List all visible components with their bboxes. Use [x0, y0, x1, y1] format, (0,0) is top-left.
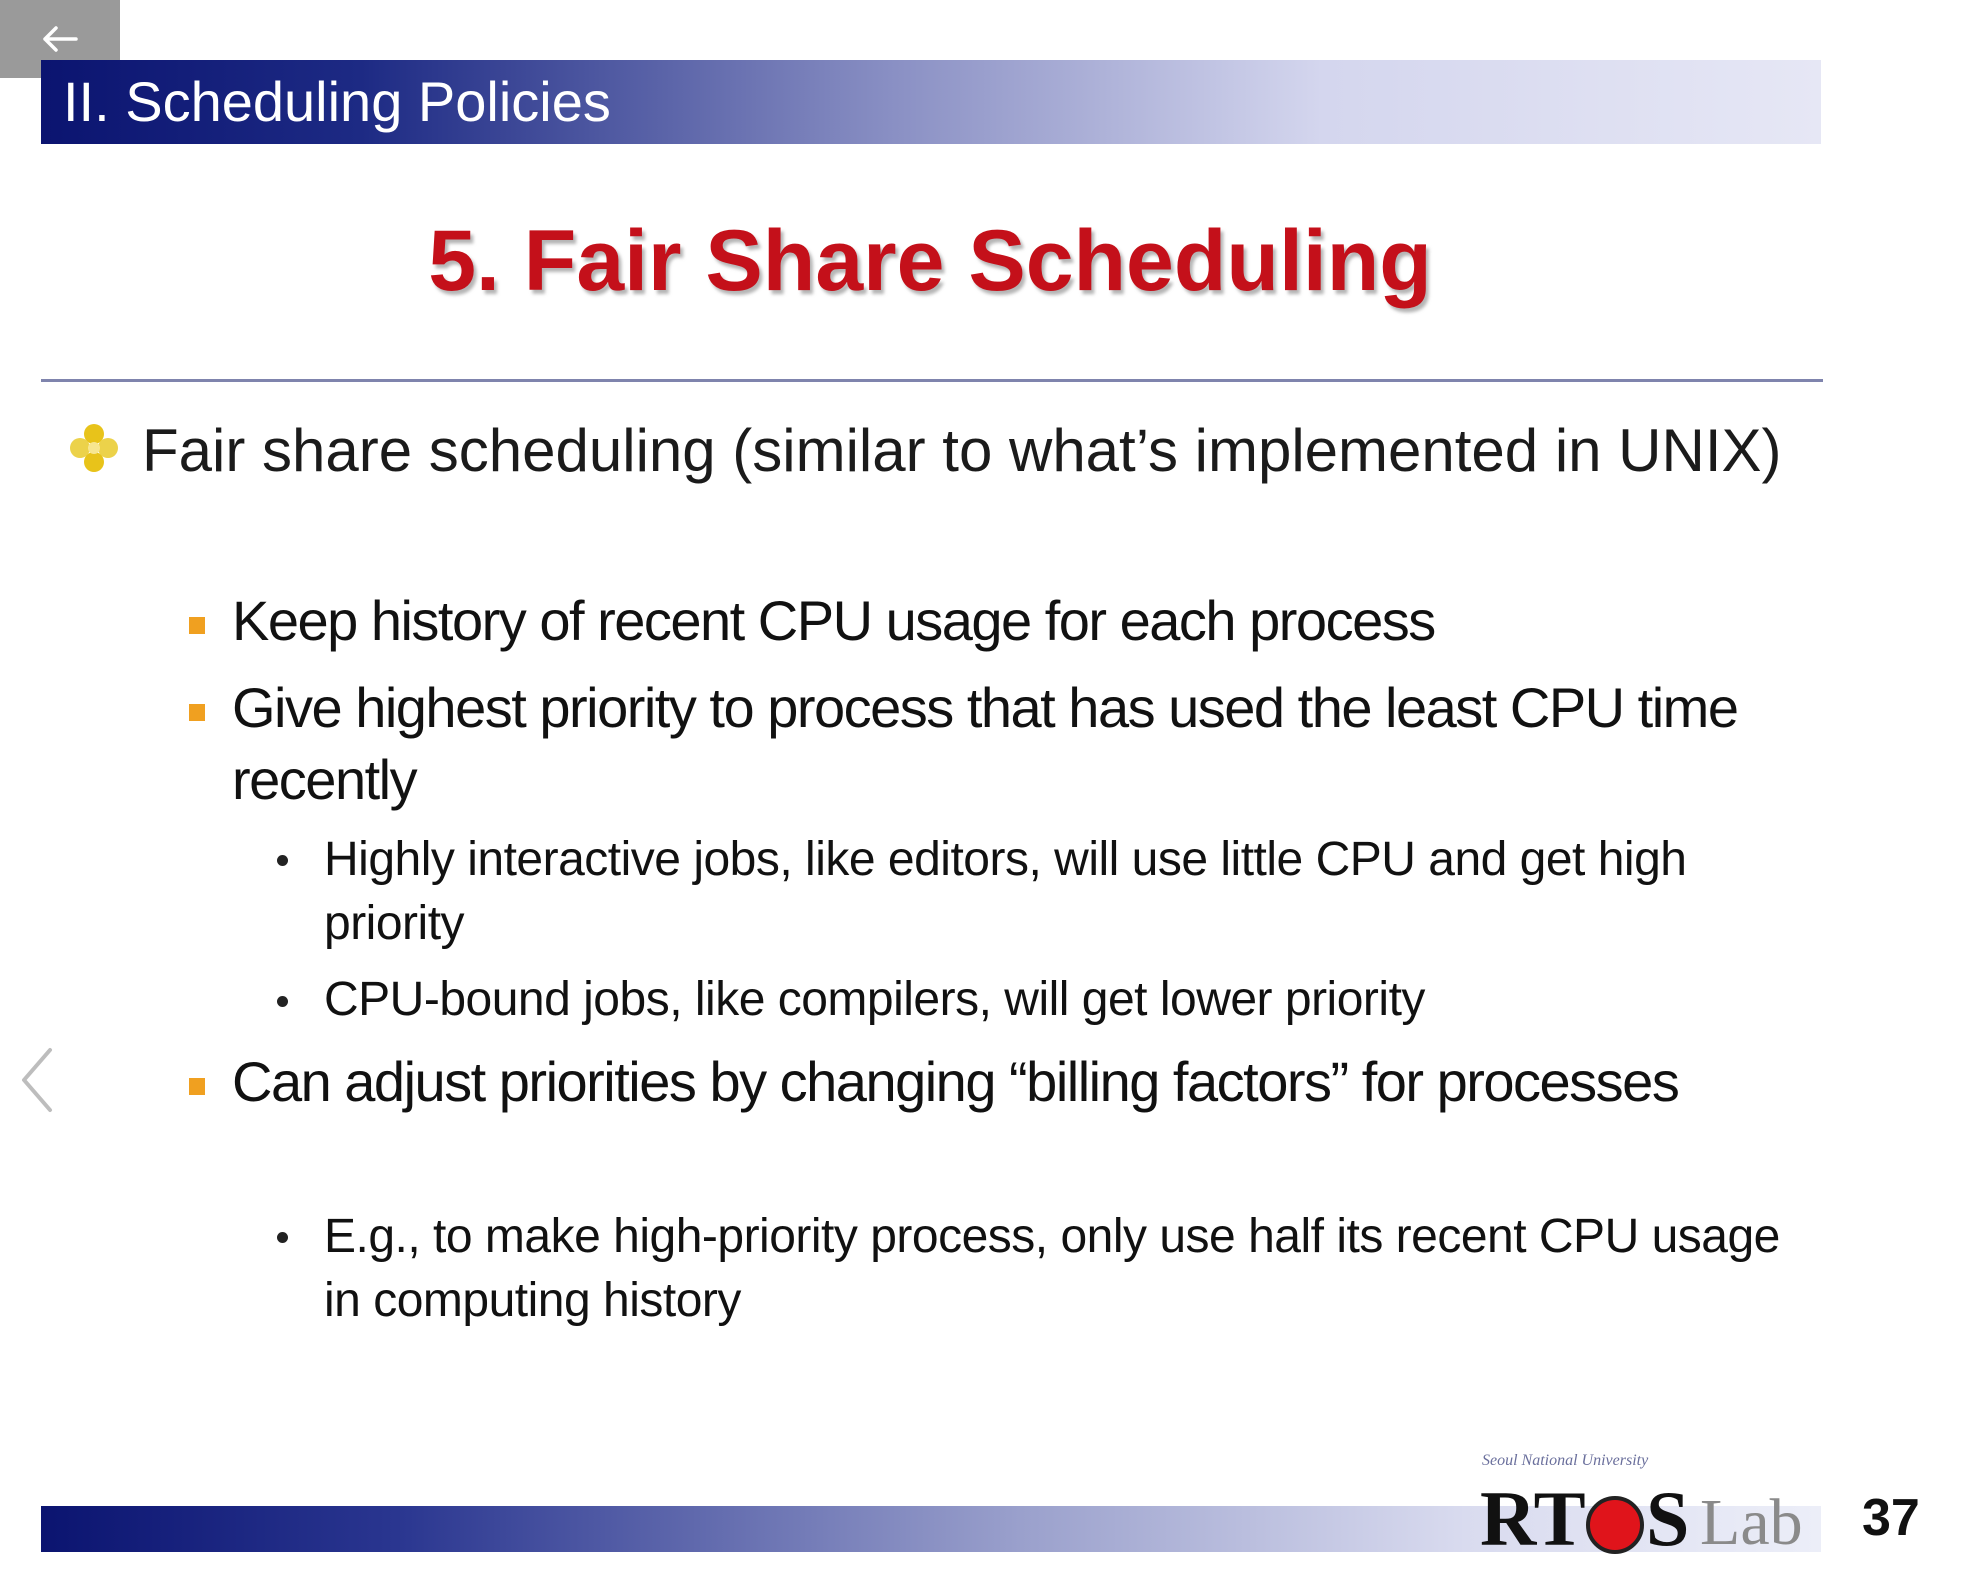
section-header-band: II. Scheduling Policies [41, 60, 1821, 144]
page-number: 37 [1862, 1489, 1920, 1547]
square-bullet-icon [189, 617, 205, 634]
square-bullet-icon [189, 704, 205, 721]
logo-s-text: S [1646, 1475, 1690, 1562]
rtos-lab-logo: Seoul National University RT S Lab [1470, 1448, 1810, 1578]
previous-slide-button[interactable] [14, 1040, 64, 1120]
detail-interactive-jobs: Highly interactive jobs, like editors, w… [324, 833, 1687, 950]
dot-bullet-icon [277, 855, 288, 866]
title-divider [41, 379, 1823, 382]
bullet-fair-share: Fair share scheduling (similar to what’s… [142, 417, 1782, 484]
diamond-bullet-icon [70, 424, 118, 472]
dot-bullet-icon [277, 1232, 288, 1243]
slide: II. Scheduling Policies 5. Fair Share Sc… [0, 0, 1969, 1584]
logo-university-text: Seoul National University [1482, 1452, 1649, 1469]
arrow-left-icon [43, 26, 78, 52]
sub-bullet-billing: Can adjust priorities by changing “billi… [232, 1050, 1680, 1113]
detail-half-usage: E.g., to make high-priority process, onl… [324, 1210, 1780, 1327]
dot-bullet-icon [277, 996, 288, 1007]
section-title: II. Scheduling Policies [63, 70, 611, 133]
sub-bullet-priority: Give highest priority to process that ha… [232, 676, 1739, 811]
logo-rt-text: RT [1480, 1475, 1586, 1562]
slide-title: 5. Fair Share Scheduling [428, 213, 1432, 309]
logo-lab-text: Lab [1700, 1486, 1803, 1559]
logo-red-dot-icon [1586, 1496, 1644, 1554]
sub-bullet-history: Keep history of recent CPU usage for eac… [232, 589, 1436, 652]
square-bullet-icon [189, 1078, 205, 1095]
detail-cpu-bound-jobs: CPU-bound jobs, like compilers, will get… [324, 973, 1425, 1026]
chevron-left-icon [22, 1048, 52, 1112]
